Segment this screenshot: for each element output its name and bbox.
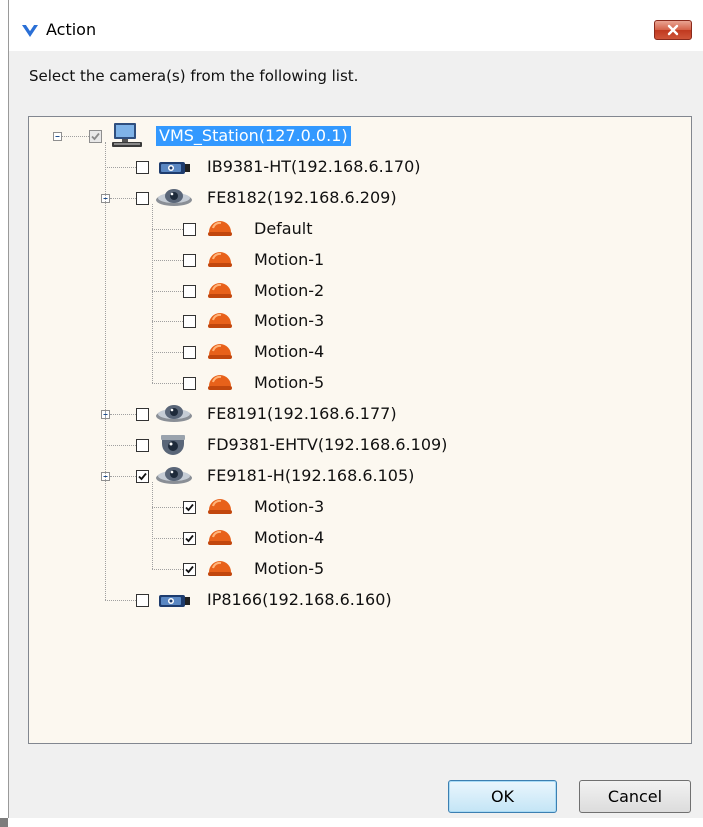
tree-connector <box>110 414 136 416</box>
motion-window-checkbox[interactable] <box>183 222 196 236</box>
fisheye-camera-icon <box>154 466 194 486</box>
motion-dome-icon <box>207 528 233 548</box>
tree-connector <box>62 136 89 137</box>
tree-connector <box>152 383 183 385</box>
motion-window-checkbox[interactable] <box>183 346 196 360</box>
tree-connector <box>152 203 153 384</box>
motion-dome-icon <box>207 342 233 362</box>
tree-connector <box>152 228 183 230</box>
close-icon <box>667 24 679 36</box>
tree-connector <box>152 537 183 539</box>
motion-window-checkbox[interactable] <box>183 531 196 545</box>
motion-window-checkbox[interactable] <box>183 284 196 298</box>
motion-window-label[interactable]: Motion-5 <box>254 559 324 579</box>
motion-dome-icon <box>207 281 233 301</box>
motion-window-label[interactable]: Motion-3 <box>254 311 324 331</box>
camera-checkbox[interactable] <box>136 191 149 205</box>
ok-button[interactable]: OK <box>448 780 557 813</box>
title-bar[interactable]: Action <box>9 9 703 51</box>
camera-label[interactable]: FE8191(192.168.6.177) <box>207 404 397 424</box>
tree-connector <box>105 142 106 600</box>
camera-checkbox[interactable] <box>136 160 149 174</box>
tree-connector <box>152 568 183 570</box>
tree-connector <box>152 259 183 261</box>
tree-connector <box>152 321 183 323</box>
app-logo-icon <box>20 20 40 40</box>
motion-window-label[interactable]: Motion-3 <box>254 497 324 517</box>
tree-connector <box>110 475 136 477</box>
motion-window-label[interactable]: Motion-1 <box>254 250 324 270</box>
tree-connector <box>152 352 183 354</box>
camera-checkbox[interactable] <box>136 593 149 607</box>
action-dialog: Action Select the camera(s) from the fol… <box>9 9 703 818</box>
tree-connector <box>105 599 136 601</box>
bullet-camera-icon <box>158 160 192 174</box>
tree-root-label[interactable]: VMS_Station(127.0.0.1) <box>156 126 351 146</box>
motion-window-checkbox[interactable] <box>183 377 196 391</box>
fisheye-camera-icon <box>154 188 194 208</box>
motion-dome-icon <box>207 250 233 270</box>
bullet-camera-icon <box>158 593 192 607</box>
tree-connector <box>152 506 183 508</box>
camera-tree[interactable]: VMS_Station(127.0.0.1) IB9381-HT(192.168.… <box>28 116 692 744</box>
camera-label[interactable]: FE8182(192.168.6.209) <box>207 188 397 208</box>
tree-connector <box>110 197 136 199</box>
camera-label[interactable]: FE9181-H(192.168.6.105) <box>207 466 414 486</box>
tree-connector <box>105 445 136 446</box>
motion-dome-icon <box>207 559 233 579</box>
instruction-text: Select the camera(s) from the following … <box>29 67 359 85</box>
camera-checkbox[interactable] <box>136 469 149 483</box>
motion-window-label[interactable]: Motion-4 <box>254 528 324 548</box>
tree-connector <box>152 290 183 292</box>
dome-camera-icon <box>158 434 188 456</box>
motion-window-label[interactable]: Motion-4 <box>254 342 324 362</box>
camera-label[interactable]: IB9381-HT(192.168.6.170) <box>207 157 421 177</box>
motion-dome-icon <box>207 373 233 393</box>
background-edge-bottom <box>0 818 703 827</box>
dialog-title: Action <box>46 20 97 39</box>
camera-label[interactable]: FD9381-EHTV(192.168.6.109) <box>207 435 447 455</box>
close-button[interactable] <box>654 20 692 40</box>
collapse-icon[interactable] <box>53 132 62 141</box>
camera-label[interactable]: IP8166(192.168.6.160) <box>207 590 392 610</box>
motion-window-label[interactable]: Default <box>254 219 312 239</box>
motion-dome-icon <box>207 219 233 239</box>
motion-window-checkbox[interactable] <box>183 500 196 514</box>
motion-window-checkbox[interactable] <box>183 253 196 267</box>
motion-window-label[interactable]: Motion-2 <box>254 281 324 301</box>
fisheye-camera-icon <box>154 404 194 424</box>
camera-checkbox[interactable] <box>136 439 149 452</box>
background-corner <box>0 818 8 827</box>
tree-root-checkbox[interactable] <box>89 130 102 143</box>
tree-connector <box>105 166 136 168</box>
motion-window-checkbox[interactable] <box>183 562 196 576</box>
tree-connector <box>152 481 153 569</box>
cancel-button[interactable]: Cancel <box>579 780 691 813</box>
motion-window-checkbox[interactable] <box>183 315 196 329</box>
camera-checkbox[interactable] <box>136 408 149 422</box>
motion-window-label[interactable]: Motion-5 <box>254 373 324 393</box>
background-edge <box>0 0 9 827</box>
computer-icon <box>111 122 143 148</box>
motion-dome-icon <box>207 497 233 517</box>
motion-dome-icon <box>207 311 233 331</box>
